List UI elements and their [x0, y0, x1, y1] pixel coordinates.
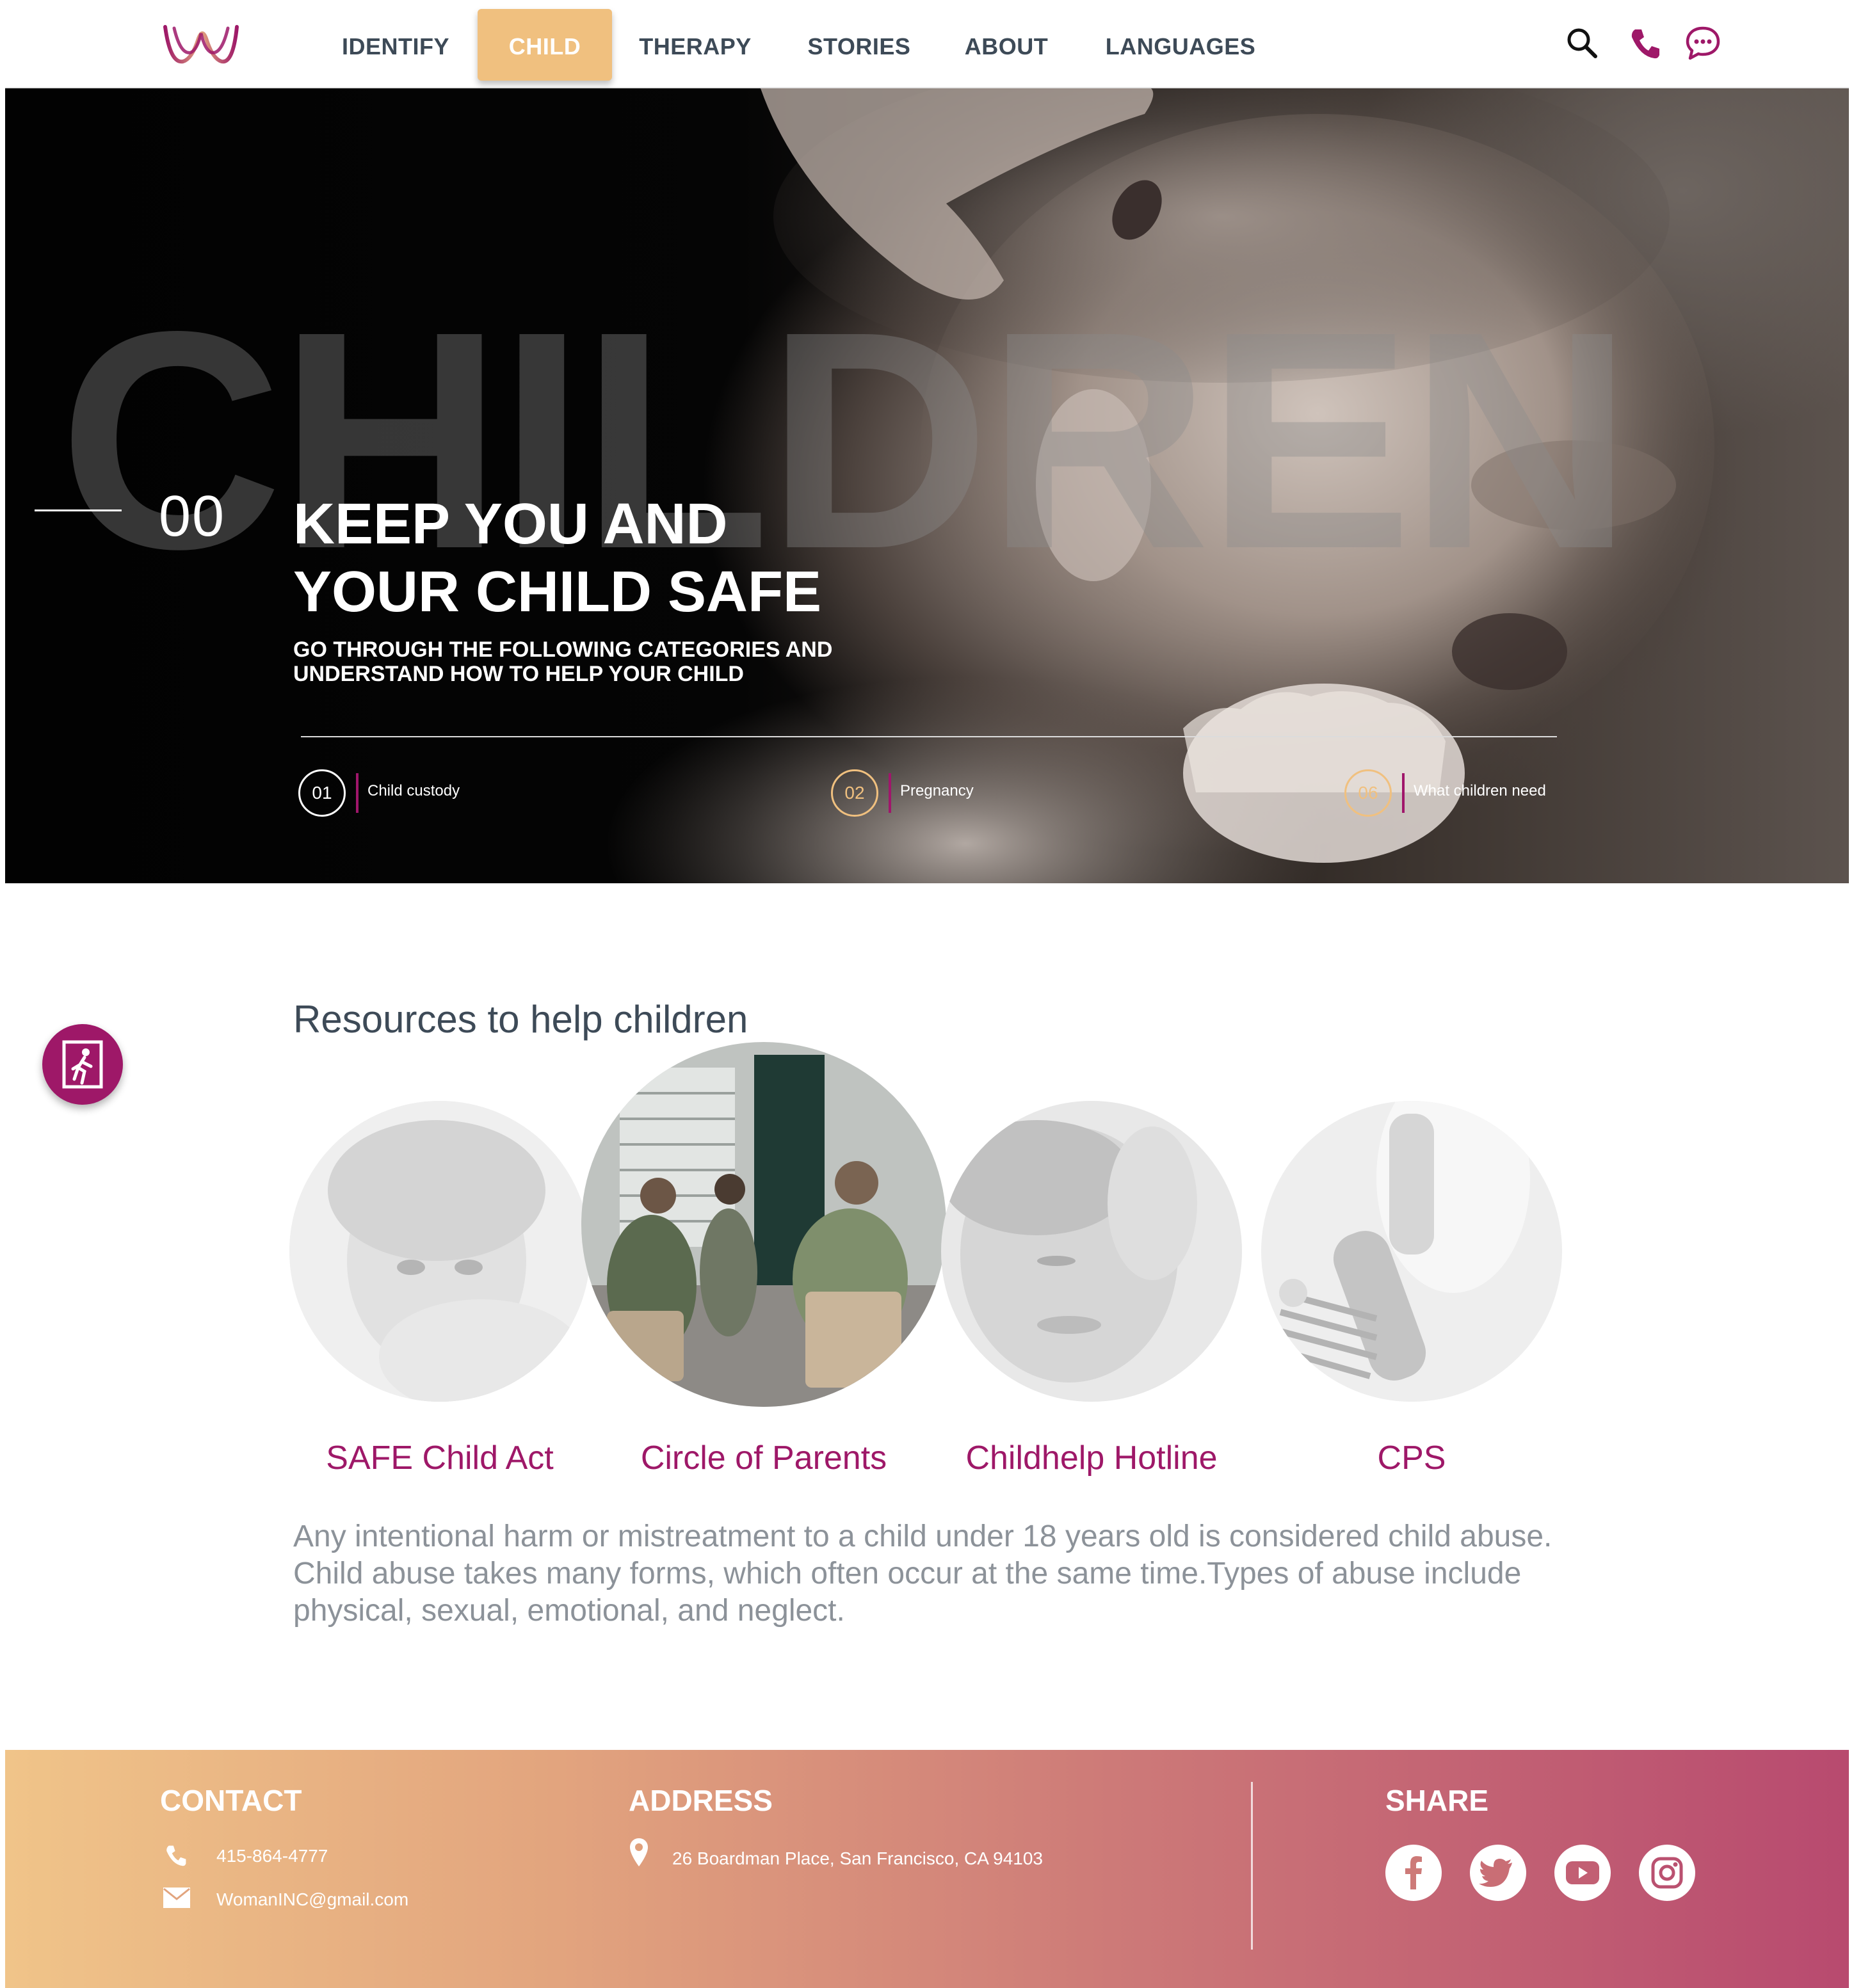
hero-divider [301, 736, 1557, 737]
share-heading: SHARE [1385, 1784, 1489, 1817]
contact-phone[interactable]: 415-864-4777 [216, 1846, 328, 1866]
category-pregnancy[interactable]: 02 Pregnancy [831, 769, 1023, 817]
resource-photo [289, 1101, 590, 1402]
nav-identify[interactable]: IDENTIFY [325, 9, 466, 81]
resources-description: Any intentional harm or mistreatment to … [293, 1519, 1552, 1628]
resource-label: Circle of Parents [640, 1439, 887, 1477]
hero-title-line: KEEP YOU AND [293, 492, 728, 556]
nav-child[interactable]: CHILD [478, 9, 612, 81]
category-number: 01 [298, 769, 346, 817]
address-heading: ADDRESS [629, 1784, 773, 1817]
facebook-icon[interactable] [1385, 1845, 1442, 1901]
nav-about[interactable]: ABOUT [942, 9, 1070, 81]
category-number: 06 [1344, 769, 1392, 817]
category-number: 02 [831, 769, 878, 817]
category-bar [889, 773, 891, 813]
resource-label: CPS [1377, 1439, 1446, 1477]
nav-stories[interactable]: STORIES [789, 9, 930, 81]
instagram-icon[interactable] [1639, 1845, 1695, 1901]
logo-icon[interactable] [161, 19, 241, 69]
hero-title-line: YOUR CHILD SAFE [293, 560, 822, 624]
resource-childhelp-hotline[interactable]: Childhelp Hotline [941, 1101, 1242, 1485]
resource-photo [941, 1101, 1242, 1402]
hero-subtitle-line: GO THROUGH THE FOLLOWING CATEGORIES AND [293, 637, 833, 662]
contact-email[interactable]: WomanINC@gmail.com [216, 1889, 408, 1910]
hero-subtitle-line: UNDERSTAND HOW TO HELP YOUR CHILD [293, 662, 744, 686]
category-label: What children need [1414, 782, 1546, 799]
site-footer: CONTACT 415-864-4777 WomanINC@gmail.com … [5, 1750, 1849, 1988]
phone-icon [163, 1842, 189, 1872]
hero-index-line [35, 509, 122, 511]
category-what-children-need[interactable]: 06 What children need [1344, 769, 1562, 817]
resource-safe-child-act[interactable]: SAFE Child Act [289, 1101, 590, 1485]
youtube-icon[interactable] [1554, 1845, 1611, 1901]
resource-photo [581, 1042, 946, 1407]
resource-label: Childhelp Hotline [965, 1439, 1218, 1477]
address-text: 26 Boardman Place, San Francisco, CA 941… [672, 1848, 1044, 1868]
hero-banner: CHILDREN 00 KEEP YOU AND YOUR CHILD SAFE… [5, 88, 1849, 883]
nav-languages[interactable]: LANGUAGES [1099, 9, 1262, 81]
resources-title: Resources to help children [293, 998, 748, 1041]
chat-icon[interactable] [1684, 24, 1722, 63]
quick-exit-button[interactable] [42, 1024, 123, 1105]
category-child-custody[interactable]: 01 Child custody [298, 769, 516, 817]
twitter-icon[interactable] [1470, 1845, 1526, 1901]
category-label: Child custody [367, 782, 460, 799]
site-header: IDENTIFY CHILD THERAPY STORIES ABOUT LAN… [5, 0, 1849, 88]
footer-divider [1251, 1782, 1253, 1950]
category-bar [356, 773, 359, 813]
hero-index: 00 [159, 485, 226, 549]
hero-title: KEEP YOU AND YOUR CHILD SAFE [293, 490, 1061, 626]
contact-heading: CONTACT [160, 1784, 302, 1817]
location-pin-icon [629, 1837, 649, 1871]
resource-circle-of-parents[interactable]: Circle of Parents [581, 1042, 946, 1485]
nav-therapy[interactable]: THERAPY [625, 9, 766, 81]
search-icon[interactable] [1563, 24, 1602, 63]
category-label: Pregnancy [900, 782, 974, 799]
resource-photo [1261, 1101, 1562, 1402]
category-bar [1402, 773, 1405, 813]
phone-icon[interactable] [1626, 24, 1665, 63]
exit-icon [62, 1040, 103, 1089]
email-icon [163, 1887, 191, 1912]
hero-subtitle: GO THROUGH THE FOLLOWING CATEGORIES AND … [293, 637, 933, 686]
resource-label: SAFE Child Act [326, 1439, 554, 1477]
resource-cps[interactable]: CPS [1261, 1101, 1562, 1485]
